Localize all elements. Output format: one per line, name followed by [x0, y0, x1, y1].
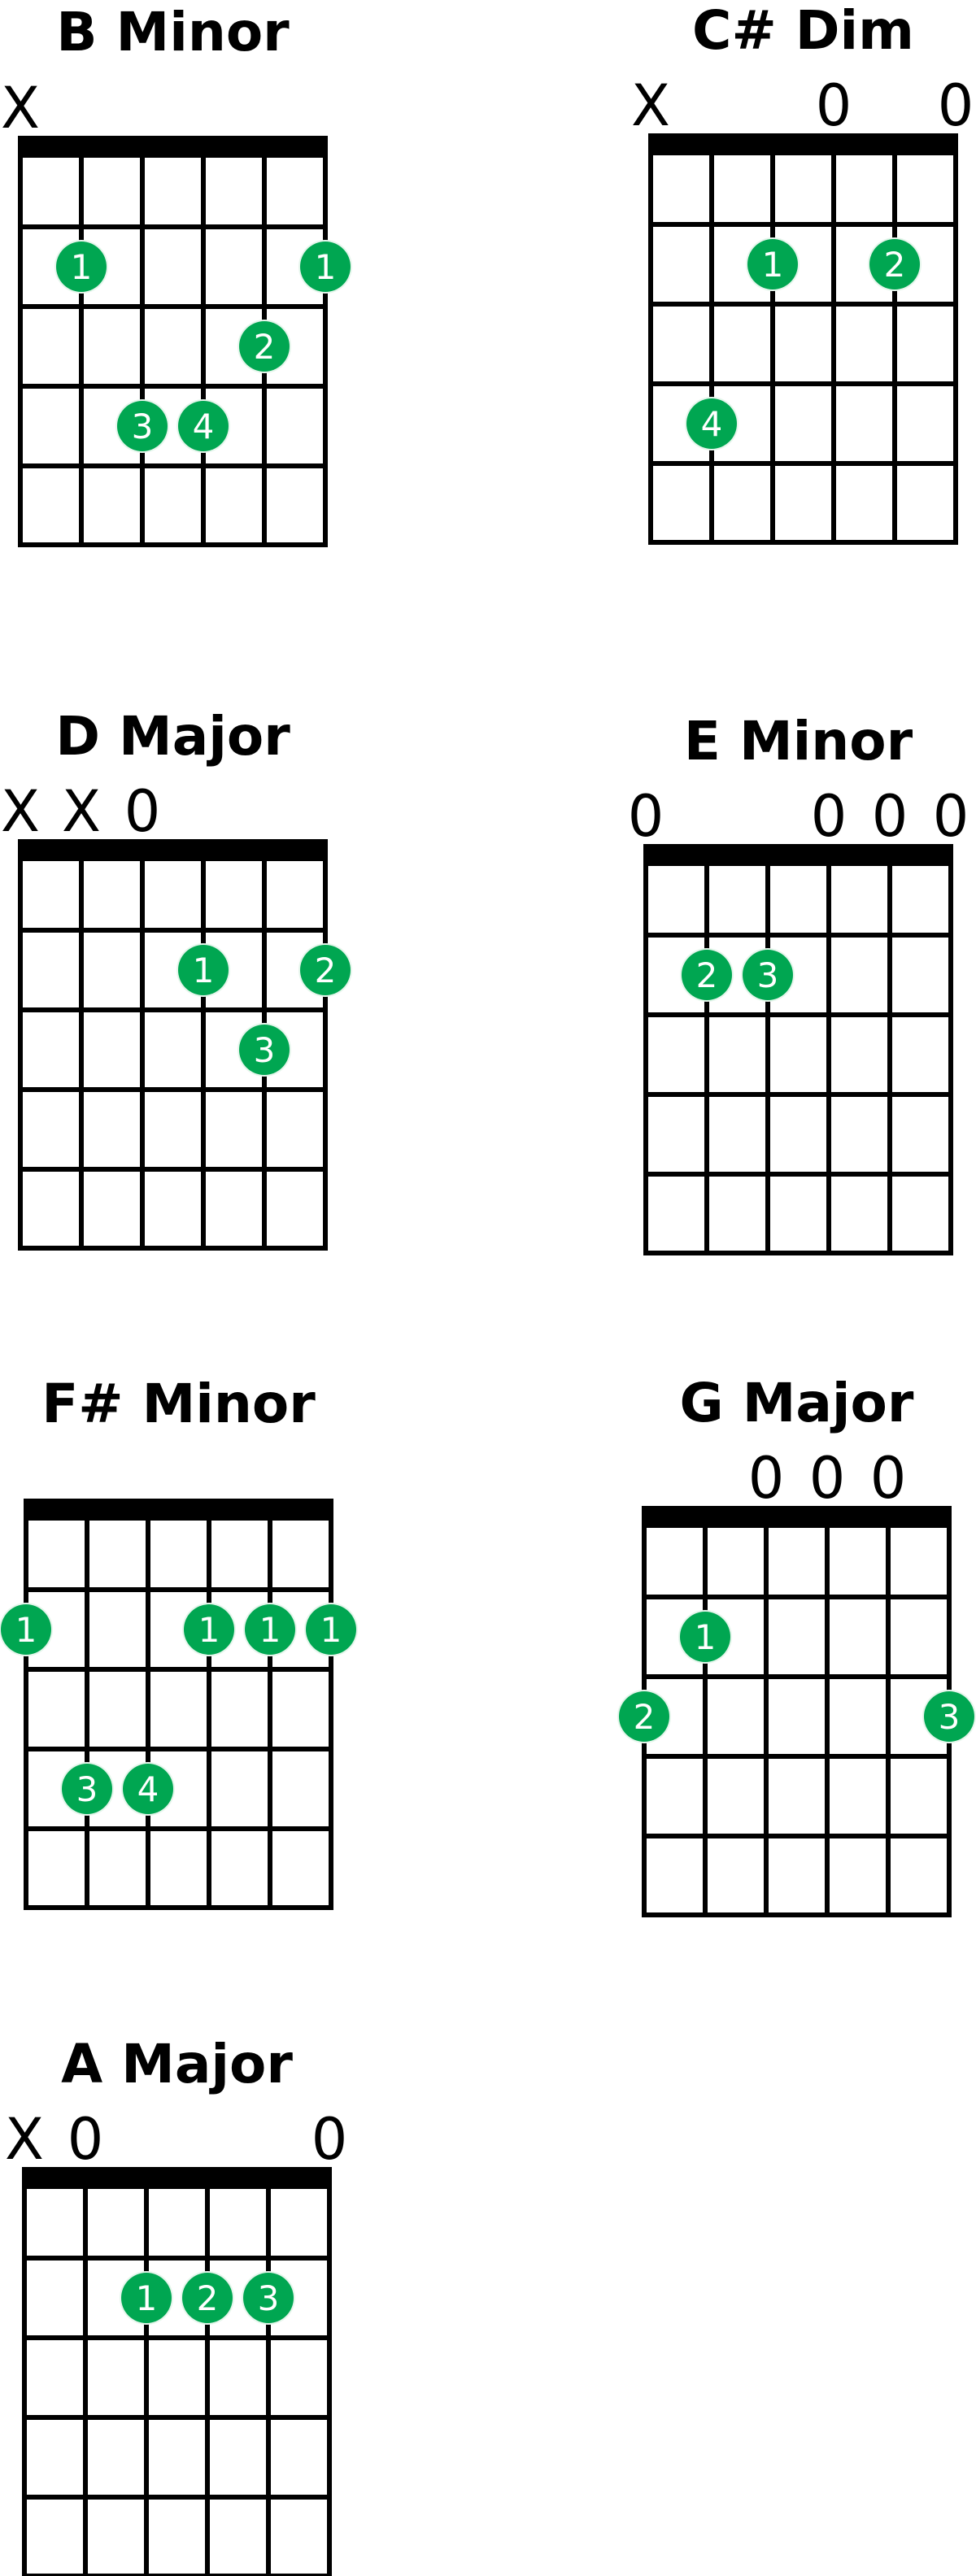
finger-number: 1 [320, 1610, 342, 1650]
open-string-marker: 0 [811, 783, 847, 850]
finger-dot: 1 [298, 240, 352, 294]
finger-number: 3 [757, 955, 779, 995]
finger-number: 1 [15, 1610, 37, 1650]
finger-dot: 4 [176, 399, 230, 453]
nut-bar [24, 1499, 333, 1521]
finger-number: 1 [315, 247, 337, 287]
finger-number: 1 [695, 1617, 717, 1657]
muted-string-marker: X [1, 75, 40, 141]
chord-title: G Major [680, 1372, 914, 1434]
finger-dot: 4 [121, 1762, 175, 1816]
finger-number: 1 [136, 2278, 158, 2318]
finger-dot: 1 [176, 943, 230, 997]
nut-bar [18, 136, 328, 158]
finger-number: 1 [762, 245, 784, 285]
finger-number: 3 [132, 407, 154, 446]
finger-number: 2 [884, 245, 906, 285]
finger-dot: 3 [237, 1023, 291, 1077]
open-string-marker: 0 [124, 778, 161, 845]
open-string-marker: 0 [68, 2106, 104, 2173]
chord-diagram: F# Minor1 1 1 13 4 [0, 1373, 358, 1910]
finger-dot: 2 [237, 320, 291, 373]
finger-number: 1 [259, 1610, 281, 1650]
finger-dot: 1 [243, 1603, 297, 1656]
finger-number: 3 [254, 1030, 276, 1070]
open-string-marker: 0 [809, 1445, 846, 1512]
open-string-marker: 0 [870, 1445, 907, 1512]
muted-string-marker: X [1, 778, 40, 845]
finger-dot: 3 [115, 399, 169, 453]
finger-number: 4 [701, 404, 723, 444]
finger-dot: 1 [120, 2271, 173, 2325]
open-string-marker: 0 [872, 783, 908, 850]
finger-dot: 1 [678, 1610, 732, 1664]
nut-bar [648, 133, 958, 155]
finger-number: 3 [258, 2278, 280, 2318]
chord-title: D Major [55, 705, 290, 768]
muted-string-marker: X [5, 2106, 44, 2173]
chord-title: B Minor [56, 1, 290, 63]
chord-title: F# Minor [41, 1373, 316, 1435]
muted-string-marker: X [62, 778, 101, 845]
chord-diagram: A MajorX 0 01 2 3 [5, 2033, 347, 2576]
finger-dot: 1 [54, 240, 108, 294]
finger-dot: 4 [685, 397, 739, 450]
chord-chart-sheet: B MinorX1 123 4C# DimX 0 01 24D MajorX X 01 23E … [0, 0, 976, 2576]
finger-number: 3 [939, 1697, 961, 1737]
chord-title: A Major [61, 2033, 293, 2095]
finger-dot: 2 [680, 948, 734, 1002]
finger-number: 2 [696, 955, 718, 995]
finger-number: 3 [76, 1769, 98, 1809]
finger-dot: 2 [868, 237, 922, 291]
open-string-marker: 0 [938, 72, 974, 139]
finger-dot: 2 [181, 2271, 234, 2325]
finger-number: 1 [71, 247, 93, 287]
finger-number: 2 [254, 327, 276, 367]
chord-title: E Minor [684, 710, 913, 772]
finger-dot: 1 [304, 1603, 358, 1656]
finger-dot: 2 [298, 943, 352, 997]
chord-diagram: E Minor0 0 0 02 3 [628, 710, 969, 1255]
finger-number: 4 [137, 1769, 159, 1809]
chord-diagram: D MajorX X 01 23 [1, 705, 352, 1251]
finger-dot: 3 [242, 2271, 295, 2325]
open-string-marker: 0 [933, 783, 969, 850]
chord-diagram: B MinorX1 123 4 [1, 1, 352, 547]
chord-diagram: G Major0 0 012 3 [617, 1372, 976, 1917]
finger-dot: 1 [0, 1603, 53, 1656]
chord-title: C# Dim [692, 0, 914, 62]
finger-dot: 1 [182, 1603, 236, 1656]
finger-number: 2 [197, 2278, 219, 2318]
finger-number: 1 [193, 951, 215, 990]
finger-number: 4 [193, 407, 215, 446]
finger-dot: 1 [746, 237, 800, 291]
finger-number: 2 [315, 951, 337, 990]
finger-number: 2 [634, 1697, 656, 1737]
finger-number: 1 [198, 1610, 220, 1650]
finger-dot: 3 [741, 948, 795, 1002]
open-string-marker: 0 [628, 783, 664, 850]
chord-diagram: C# Dim X 0 0 1 2 4 [631, 0, 974, 545]
open-string-marker: 0 [312, 2106, 348, 2173]
finger-dot: 3 [60, 1762, 114, 1816]
muted-string-marker: X [631, 72, 670, 139]
open-string-marker: 0 [748, 1445, 785, 1512]
finger-dot: 2 [617, 1690, 671, 1743]
finger-dot: 3 [922, 1690, 976, 1743]
open-string-marker: 0 [816, 72, 852, 139]
